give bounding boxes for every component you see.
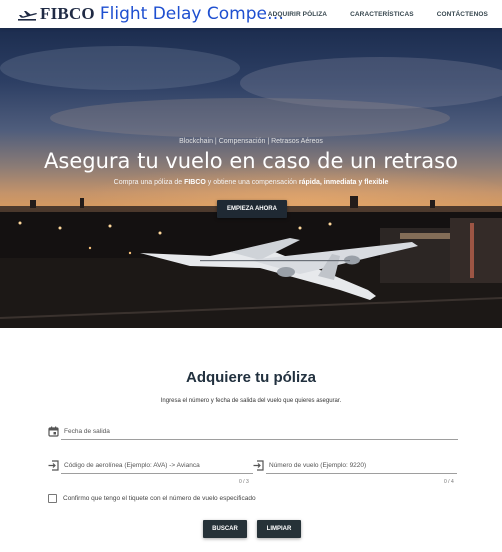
- hero-background-image: [0, 46, 502, 328]
- airline-code-counter: 0 / 3: [239, 479, 249, 485]
- nav-link-contactenos[interactable]: CONTÁCTENOS: [437, 11, 488, 18]
- airplane-icon: [18, 11, 37, 21]
- clear-button[interactable]: LIMPIAR: [257, 520, 301, 538]
- flight-number-label: Número de vuelo (Ejemplo: 9220): [269, 462, 367, 469]
- top-navbar: FIBCO Flight Delay Compe… ADQUIRIR PÓLIZ…: [0, 0, 502, 28]
- flight-number-underline: [266, 473, 457, 474]
- airline-code-underline: [61, 473, 253, 474]
- departure-date-field[interactable]: Fecha de salida: [48, 426, 458, 440]
- flight-number-field[interactable]: Número de vuelo (Ejemplo: 9220): [253, 460, 458, 474]
- start-now-button[interactable]: EMPIEZA AHORA: [217, 200, 287, 218]
- brand-fibco: FIBCO: [40, 4, 95, 23]
- airline-code-label: Código de aerolínea (Ejemplo: AVA) -> Av…: [64, 462, 200, 469]
- ticket-confirmation-label: Confirmo que tengo el tiquete con el núm…: [63, 495, 256, 502]
- hero-banner: Blockchain | Compensación | Retrasos Aér…: [0, 28, 502, 328]
- flight-number-counter: 0 / 4: [444, 479, 454, 485]
- form-title: Adquiere tu póliza: [185, 369, 316, 386]
- nav-links: ADQUIRIR PÓLIZA CARACTERÍSTICAS CONTÁCTE…: [245, 0, 488, 28]
- login-icon: [253, 460, 264, 471]
- hero-subtitle-pre: Compra una póliza de: [113, 179, 185, 186]
- hero-tagline: Blockchain | Compensación | Retrasos Aér…: [179, 138, 323, 145]
- hero-subtitle-mid: y obtiene una compensación: [205, 179, 299, 186]
- nav-link-adquirir-poliza[interactable]: ADQUIRIR PÓLIZA: [268, 11, 327, 18]
- hero-title: Asegura tu vuelo en caso de un retraso: [44, 149, 458, 173]
- departure-date-underline: [61, 439, 458, 440]
- hero-subtitle: Compra una póliza de FIBCO y obtiene una…: [0, 179, 502, 186]
- hero-subtitle-highlight: rápida, inmediata y flexible: [298, 179, 389, 186]
- ticket-confirmation-row: Confirmo que tengo el tiquete con el núm…: [48, 494, 256, 503]
- departure-date-label: Fecha de salida: [64, 428, 110, 435]
- form-description: Ingresa el número y fecha de salida del …: [160, 398, 342, 404]
- calendar-icon: [48, 426, 59, 437]
- hero-subtitle-brand: FIBCO: [184, 179, 206, 186]
- search-button[interactable]: BUSCAR: [203, 520, 247, 538]
- brand-logo[interactable]: FIBCO Flight Delay Compe…: [0, 0, 284, 28]
- ticket-confirmation-checkbox[interactable]: [48, 494, 57, 503]
- airline-code-field[interactable]: Código de aerolínea (Ejemplo: AVA) -> Av…: [48, 460, 253, 474]
- login-icon: [48, 460, 59, 471]
- nav-link-caracteristicas[interactable]: CARACTERÍSTICAS: [350, 11, 414, 18]
